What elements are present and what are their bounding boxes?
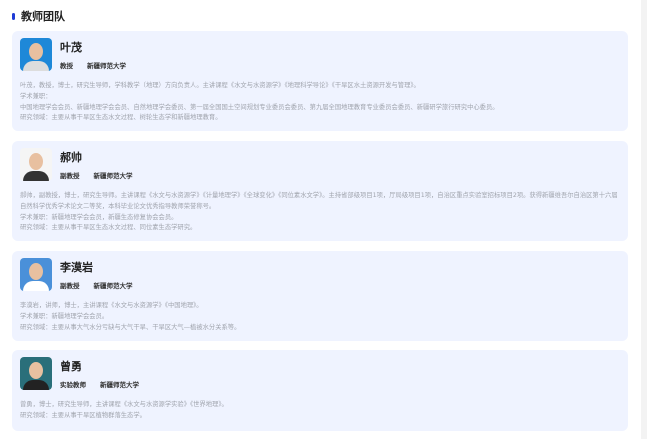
- desc-line: 郝帅，副教授，博士，研究生导师。主讲课程《水文与水资源学》《计量地理学》《全球变…: [20, 191, 620, 213]
- desc-line: 研究领域：主要从事干旱区生态水文过程、同位素生态学研究。: [20, 223, 620, 234]
- teacher-photo: [20, 357, 52, 390]
- section-header: 教师团队: [12, 8, 65, 24]
- teacher-description: 李漠岩，讲师，博士，主讲课程《水文与水资源学》《中国地理》。学术兼职：新疆地理学…: [20, 301, 620, 333]
- desc-line: 学术兼职：新疆地理学会会员，新疆生态修复协会会员。: [20, 213, 620, 224]
- teacher-org: 新疆师范大学: [100, 381, 139, 389]
- teacher-card: 李漠岩 副教授 新疆师范大学 李漠岩，讲师，博士，主讲课程《水文与水资源学》《中国…: [12, 251, 628, 341]
- teacher-name: 叶茂: [60, 39, 140, 55]
- teacher-name: 曾勇: [60, 358, 153, 374]
- teacher-description: 曾勇，博士，研究生导师，主讲课程《水文与水资源学实验》《世界地理》。研究领域：主…: [20, 400, 620, 422]
- desc-line: 学术兼职：: [20, 92, 620, 103]
- teacher-photo: [20, 258, 52, 291]
- scrollbar[interactable]: [641, 0, 647, 439]
- teacher-name: 李漠岩: [60, 259, 147, 275]
- desc-line: 研究领域：主要从事大气水分亏缺与大气干旱、干旱区大气—植被水分关系等。: [20, 323, 620, 334]
- teacher-card: 叶茂 教授 新疆师范大学 叶茂，教授，博士，研究生导师，学科教学（地理）方向负责人…: [12, 31, 628, 131]
- teacher-description: 叶茂，教授，博士，研究生导师，学科教学（地理）方向负责人。主讲课程《水文与水资源…: [20, 81, 620, 124]
- bullet-icon: [12, 13, 15, 20]
- desc-line: 研究领域：主要从事干旱区生态水文过程、树轮生态学和新疆地理教育。: [20, 113, 620, 124]
- teacher-name: 郝帅: [60, 149, 147, 165]
- desc-line: 曾勇，博士，研究生导师，主讲课程《水文与水资源学实验》《世界地理》。: [20, 400, 620, 411]
- teacher-title: 副教授: [60, 282, 80, 290]
- teacher-title: 副教授: [60, 172, 80, 180]
- teacher-card: 郝帅 副教授 新疆师范大学 郝帅，副教授，博士，研究生导师。主讲课程《水文与水资源…: [12, 141, 628, 241]
- teacher-photo: [20, 38, 52, 71]
- teacher-org: 新疆师范大学: [94, 282, 133, 290]
- desc-line: 中国地理学会会员、新疆地理学会会员、自然地理学会委员、第一届全国国土空间规划专业…: [20, 103, 620, 114]
- section-title: 教师团队: [21, 8, 65, 24]
- teacher-org: 新疆师范大学: [87, 62, 126, 70]
- desc-line: 叶茂，教授，博士，研究生导师，学科教学（地理）方向负责人。主讲课程《水文与水资源…: [20, 81, 620, 92]
- teacher-description: 郝帅，副教授，博士，研究生导师。主讲课程《水文与水资源学》《计量地理学》《全球变…: [20, 191, 620, 234]
- teacher-card: 曾勇 实验教师 新疆师范大学 曾勇，博士，研究生导师，主讲课程《水文与水资源学实验…: [12, 350, 628, 431]
- desc-line: 研究领域：主要从事干旱区植物群落生态学。: [20, 411, 620, 422]
- teacher-title: 实验教师: [60, 381, 86, 389]
- teacher-org: 新疆师范大学: [94, 172, 133, 180]
- teacher-title: 教授: [60, 62, 73, 70]
- desc-line: 学术兼职：新疆地理学会会员。: [20, 312, 620, 323]
- teacher-photo: [20, 148, 52, 181]
- desc-line: 李漠岩，讲师，博士，主讲课程《水文与水资源学》《中国地理》。: [20, 301, 620, 312]
